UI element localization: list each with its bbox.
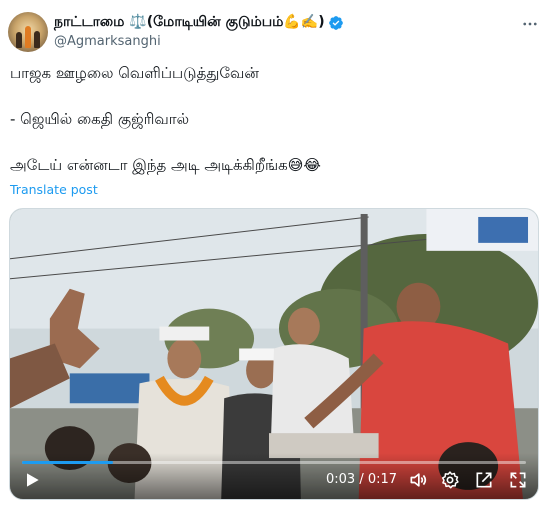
video-time: 0:03 / 0:17: [326, 472, 397, 487]
post-text-line: அடேய் என்னடா இந்த அடி அடிக்கிறீங்க😅😂: [10, 156, 321, 174]
more-options-icon[interactable]: [520, 14, 540, 34]
post-text: பாஜக ஊழலை வெளிப்படுத்துவேன் - ஜெயில் கைத…: [10, 62, 530, 177]
display-name-row: நாட்டாமை ⚖️(மோடியின் குடும்பம்💪✍️): [54, 13, 344, 33]
avatar-figure: [25, 26, 31, 48]
translate-post-link[interactable]: Translate post: [10, 182, 98, 197]
avatar-figure: [34, 31, 40, 48]
volume-icon[interactable]: [408, 470, 428, 490]
video-progress-fill: [22, 461, 113, 464]
handle[interactable]: @Agmarksanghi: [54, 34, 161, 49]
video-controls: 0:03 / 0:17: [10, 453, 538, 499]
video-progress-bar[interactable]: [22, 461, 526, 464]
current-time: 0:03: [326, 472, 356, 487]
fullscreen-icon[interactable]: [508, 470, 528, 490]
video-player[interactable]: 0:03 / 0:17: [9, 208, 539, 500]
display-name[interactable]: நாட்டாமை ⚖️(மோடியின் குடும்பம்💪✍️): [54, 14, 325, 32]
post-text-line: - ஜெயில் கைதி குஜ்ரிவால்: [10, 110, 190, 128]
post-header: நாட்டாமை ⚖️(மோடியின் குடும்பம்💪✍️) @Agma…: [8, 12, 542, 56]
popout-icon[interactable]: [474, 470, 494, 490]
play-icon[interactable]: [22, 470, 42, 490]
duration: 0:17: [367, 472, 398, 487]
settings-icon[interactable]: [440, 470, 460, 490]
verified-badge-icon: [328, 16, 343, 30]
post-text-line: பாஜக ஊழலை வெளிப்படுத்துவேன்: [10, 64, 259, 82]
avatar[interactable]: [8, 12, 48, 52]
time-separator: /: [359, 472, 364, 487]
avatar-figure: [16, 32, 22, 48]
